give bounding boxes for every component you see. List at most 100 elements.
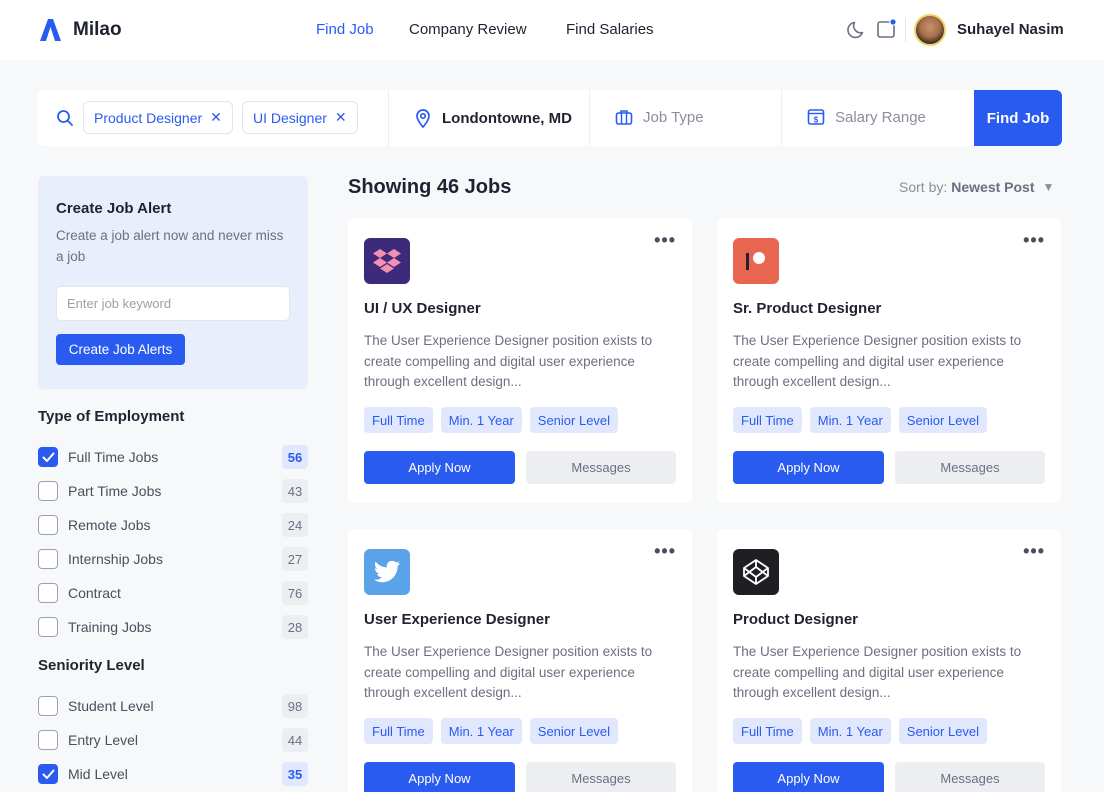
checkbox[interactable] [38,515,58,535]
search-icon[interactable] [56,109,74,127]
top-bar: Milao Find Job Company Review Find Salar… [0,0,1104,60]
job-card[interactable]: ••• UI / UX Designer The User Experience… [348,218,692,503]
results-heading: Showing 46 Jobs [348,176,512,198]
filter-count: 98 [282,694,308,718]
job-title[interactable]: Product Designer [733,611,858,628]
filter-label: Internship Jobs [68,551,163,567]
sort-dropdown[interactable]: Sort by: Newest Post ▼ [899,179,1054,195]
checkbox[interactable] [38,447,58,467]
job-title[interactable]: UI / UX Designer [364,300,481,317]
brand-logo[interactable]: Milao [38,17,122,42]
employment-filter-title: Type of Employment [38,408,185,425]
nav-find-salaries[interactable]: Find Salaries [566,21,654,38]
job-tag: Full Time [733,718,802,744]
checkmark-icon [42,769,54,779]
filter-row-internship[interactable]: Internship Jobs 27 [38,547,308,571]
job-tag: Senior Level [898,718,988,744]
alert-title: Create Job Alert [56,200,172,217]
job-keyword-input[interactable] [56,286,290,321]
apply-now-button[interactable]: Apply Now [733,762,884,792]
filter-label: Training Jobs [68,619,152,635]
notification-icon[interactable] [876,18,898,40]
create-job-alerts-button[interactable]: Create Job Alerts [56,334,185,365]
checkmark-icon [42,452,54,462]
filter-row-mid[interactable]: Mid Level 35 [38,762,308,786]
search-chip[interactable]: Product Designer ✕ [83,101,233,134]
job-tag: Senior Level [529,407,619,433]
codepen-icon [733,549,779,595]
more-options-icon[interactable]: ••• [654,230,676,251]
avatar[interactable] [914,14,946,46]
apply-now-button[interactable]: Apply Now [364,762,515,792]
more-options-icon[interactable]: ••• [654,541,676,562]
filter-row-entry[interactable]: Entry Level 44 [38,728,308,752]
nav-company-review[interactable]: Company Review [409,21,527,38]
filter-row-remote[interactable]: Remote Jobs 24 [38,513,308,537]
location-pin-icon [416,109,430,128]
salary-range-placeholder: Salary Range [835,108,926,126]
filter-count: 28 [282,615,308,639]
messages-button[interactable]: Messages [895,762,1045,792]
filter-row-full-time[interactable]: Full Time Jobs 56 [38,445,308,469]
filter-count: 76 [282,581,308,605]
location-field[interactable]: Londontowne, MD [414,108,572,128]
job-tag: Full Time [364,407,433,433]
job-tag: Min. 1 Year [440,407,522,433]
search-bar: Product Designer ✕ UI Designer ✕ Londont… [38,90,1062,146]
caret-down-icon: ▼ [1042,180,1055,194]
search-chip[interactable]: UI Designer ✕ [242,101,358,134]
briefcase-icon [615,110,633,125]
messages-button[interactable]: Messages [895,451,1045,484]
job-tags: Full Time Min. 1 Year Senior Level [364,407,619,433]
checkbox[interactable] [38,549,58,569]
apply-now-button[interactable]: Apply Now [733,451,884,484]
moon-icon[interactable] [847,18,869,40]
close-icon[interactable]: ✕ [210,109,222,126]
job-tag: Senior Level [529,718,619,744]
messages-button[interactable]: Messages [526,762,676,792]
job-type-field[interactable]: Job Type [615,108,704,126]
filter-count: 35 [282,762,308,786]
checkbox[interactable] [38,583,58,603]
job-tag: Min. 1 Year [809,718,891,744]
search-divider [781,90,782,146]
filter-row-student[interactable]: Student Level 98 [38,694,308,718]
messages-button[interactable]: Messages [526,451,676,484]
location-value: Londontowne, MD [442,109,572,127]
job-description: The User Experience Designer position ex… [364,333,653,389]
job-card[interactable]: ••• Sr. Product Designer The User Experi… [717,218,1061,503]
brand-name: Milao [73,18,122,40]
salary-range-field[interactable]: $ Salary Range [807,108,926,126]
filter-label: Full Time Jobs [68,449,159,465]
filter-row-part-time[interactable]: Part Time Jobs 43 [38,479,308,503]
salary-icon: $ [807,109,825,125]
seniority-filter-title: Seniority Level [38,657,145,674]
chip-label: UI Designer [253,109,327,126]
checkbox[interactable] [38,617,58,637]
filter-label: Remote Jobs [68,517,151,533]
find-job-button[interactable]: Find Job [974,90,1062,146]
filter-count: 56 [282,445,308,469]
close-icon[interactable]: ✕ [335,109,347,126]
job-card[interactable]: ••• User Experience Designer The User Ex… [348,529,692,792]
checkbox[interactable] [38,764,58,784]
nav-find-job[interactable]: Find Job [316,21,374,38]
more-options-icon[interactable]: ••• [1023,541,1045,562]
filter-row-training[interactable]: Training Jobs 28 [38,615,308,639]
job-type-placeholder: Job Type [643,108,704,126]
user-name[interactable]: Suhayel Nasim [957,21,1064,38]
filter-row-contract[interactable]: Contract 76 [38,581,308,605]
checkbox[interactable] [38,696,58,716]
job-description: The User Experience Designer position ex… [733,644,1022,700]
job-tag: Min. 1 Year [809,407,891,433]
apply-now-button[interactable]: Apply Now [364,451,515,484]
job-title[interactable]: User Experience Designer [364,611,550,628]
filter-count: 27 [282,547,308,571]
checkbox[interactable] [38,481,58,501]
job-card[interactable]: ••• Product Designer The User Experience… [717,529,1061,792]
job-title[interactable]: Sr. Product Designer [733,300,881,317]
more-options-icon[interactable]: ••• [1023,230,1045,251]
job-tags: Full Time Min. 1 Year Senior Level [733,407,988,433]
checkbox[interactable] [38,730,58,750]
job-tag: Full Time [733,407,802,433]
